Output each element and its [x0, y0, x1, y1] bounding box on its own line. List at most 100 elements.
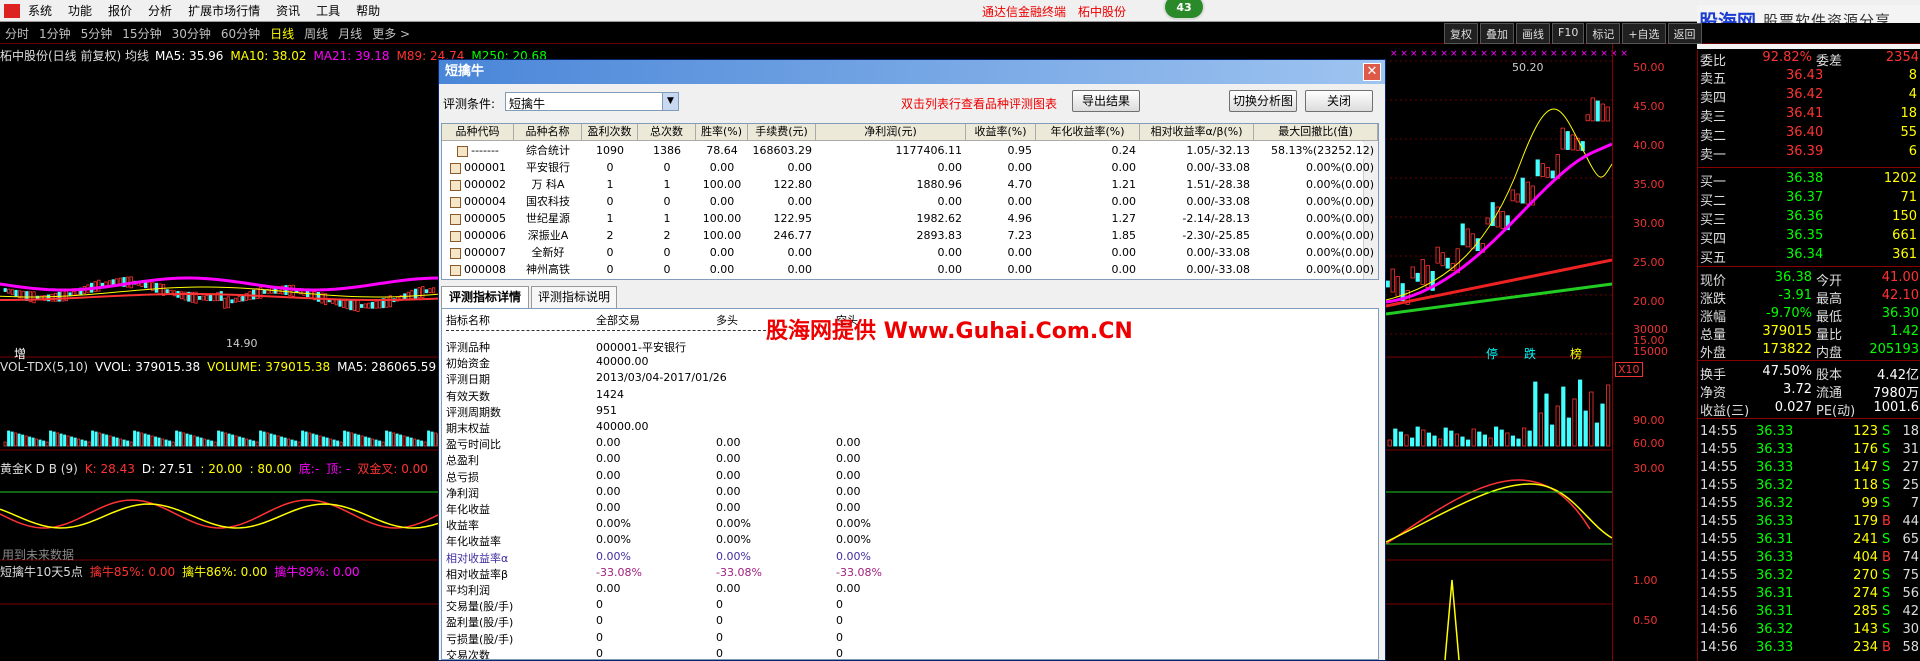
table-cell: 0.00: [709, 263, 735, 276]
detail-cell: 0.00: [716, 484, 741, 498]
table-header-cell[interactable]: 品种代码: [442, 124, 514, 141]
period-tab[interactable]: 60分钟: [221, 25, 260, 42]
menu-item[interactable]: 帮助: [356, 2, 380, 19]
quote-label: 买二: [1700, 194, 1727, 209]
volume-bar: [63, 434, 67, 447]
period-tab[interactable]: 5分钟: [81, 25, 113, 42]
table-cell: 0.00: [709, 195, 735, 208]
table-row[interactable]: ------- 综合统计 1090 1386 78.64 168603.29 1177406…: [442, 142, 1374, 159]
dialog-close-icon[interactable]: ✕: [1363, 63, 1381, 81]
condition-select[interactable]: 短擒牛 ▼: [505, 92, 679, 111]
menu-item[interactable]: 工具: [316, 2, 340, 19]
table-row[interactable]: 000005 世纪星源 1 1 100.00 122.95 1982.62 4.96 1.27 -…: [442, 210, 1374, 227]
table-row[interactable]: 000007 全新好 0 0 0.00 0.00 0.00 0.00 0.00 0.00/-33.…: [442, 244, 1374, 261]
period-tab[interactable]: 15分钟: [122, 25, 161, 42]
axis-tick: 30.00: [1633, 462, 1665, 475]
volume-bar: [164, 439, 168, 447]
tab-details[interactable]: 评测指标详情: [441, 286, 529, 308]
table-row[interactable]: 000001 平安银行 0 0 0.00 0.00 0.00 0.00 0.00 0.00/-33…: [442, 159, 1374, 176]
quote-row: 总量 379015 量比 1.42: [1698, 324, 1920, 343]
period-tab[interactable]: 更多 >: [372, 25, 410, 42]
tick-volume: 99: [1861, 496, 1878, 511]
table-row[interactable]: 000004 国农科技 0 0 0.00 0.00 0.00 0.00 0.00 0.00/-33…: [442, 193, 1374, 210]
volume-bar: [399, 434, 403, 447]
table-header-cell[interactable]: 最大回撤比(值): [1254, 124, 1378, 141]
period-tab[interactable]: 分时: [5, 25, 29, 42]
volume-bar: [1555, 405, 1560, 447]
detail-cell: 0.00: [836, 582, 861, 595]
menu-item[interactable]: 报价: [108, 2, 132, 19]
candle: [1510, 189, 1515, 202]
toolbar-button[interactable]: 返回: [1667, 23, 1702, 44]
toolbar-button[interactable]: 标记: [1586, 23, 1621, 44]
menu-item[interactable]: 功能: [68, 2, 92, 19]
quote-row: 涨幅 -9.70% 最低 36.30: [1698, 306, 1920, 325]
toolbar-button[interactable]: F10: [1552, 23, 1585, 44]
volume-bar: [1426, 432, 1431, 447]
toolbar-button[interactable]: 画线: [1516, 23, 1550, 44]
quote-value: 36.40: [1786, 125, 1824, 140]
k-line: [1385, 479, 1591, 545]
table-row[interactable]: 000006 深振业A 2 2 100.00 246.77 2893.83 7.23 1.85 -…: [442, 227, 1374, 244]
volume-bar: [1482, 434, 1487, 447]
volume-bar: [171, 441, 175, 447]
toolbar-button[interactable]: +自选: [1622, 23, 1666, 44]
table-cell: 1.05/-32.13: [1186, 144, 1250, 157]
quote-value: 36.34: [1786, 247, 1824, 262]
period-tab[interactable]: 月线: [338, 25, 362, 42]
axis-tick: 90.00: [1633, 414, 1665, 427]
table-cell: 0.00: [937, 161, 963, 174]
quote-row: 涨跌 -3.91 最高 42.10: [1698, 288, 1920, 307]
volume-bar: [1387, 439, 1392, 447]
table-header-cell[interactable]: 收益率(%): [966, 124, 1036, 141]
menu-item[interactable]: 分析: [148, 2, 172, 19]
table-cell: 4.70: [1007, 178, 1033, 191]
toolbar-button[interactable]: 复权: [1444, 23, 1478, 44]
toolbar-button[interactable]: 叠加: [1480, 23, 1514, 44]
promo-link-stock[interactable]: 柘中股份: [1078, 3, 1126, 20]
volume-bar: [388, 431, 392, 447]
table-header-cell[interactable]: 净利润(元): [816, 124, 966, 141]
table-header-cell[interactable]: 品种名称: [514, 124, 582, 141]
volume-bar: [28, 436, 32, 447]
detail-divider: [446, 330, 776, 331]
table-cell: 0.00%(0.00): [1305, 161, 1374, 174]
quote-row: 外盘 173822 内盘 205193: [1698, 342, 1920, 361]
period-tab[interactable]: 日线: [270, 25, 294, 42]
table-header-cell[interactable]: 相对收益率α/β(%): [1140, 124, 1254, 141]
close-button[interactable]: 关闭: [1305, 90, 1373, 112]
detail-cell: 相对收益率α: [446, 551, 509, 565]
period-tab[interactable]: 1分钟: [39, 25, 71, 42]
tick-time: 14:55: [1700, 550, 1738, 565]
tab-explain[interactable]: 评测指标说明: [531, 286, 617, 308]
period-tab[interactable]: 30分钟: [172, 25, 211, 42]
menu-item[interactable]: 资讯: [276, 2, 300, 19]
table-header-cell[interactable]: 总次数: [638, 124, 696, 141]
notification-badge[interactable]: 43: [1163, 0, 1205, 20]
detail-cell: 0: [716, 630, 723, 644]
detail-cell: 0.00: [836, 468, 861, 482]
candle: [338, 299, 342, 307]
result-table[interactable]: 品种代码 品种名称 盈利次数 总次数 胜率(%) 手续费(元) 净利润(元) 收益率(%) 年化…: [441, 123, 1379, 280]
table-row[interactable]: 000002 万 科A 1 1 100.00 122.80 1880.96 4.70 1.21 1…: [442, 176, 1374, 193]
chevron-down-icon[interactable]: ▼: [662, 93, 678, 110]
table-row[interactable]: 000008 神州高铁 0 0 0.00 0.00 0.00 0.00 0.00 0.00/-33…: [442, 261, 1374, 278]
table-header-cell[interactable]: 盈利次数: [582, 124, 638, 141]
table-header-cell[interactable]: 年化收益率(%): [1036, 124, 1140, 141]
menu-item[interactable]: 扩展市场行情: [188, 2, 260, 19]
quote-value: 36.38: [1774, 270, 1812, 285]
switch-chart-button[interactable]: 切换分析图: [1229, 90, 1297, 112]
menu-item[interactable]: 系统: [28, 2, 52, 19]
volume-bar: [1522, 427, 1527, 447]
table-header-cell[interactable]: 胜率(%): [696, 124, 748, 141]
promo-link-terminal[interactable]: 通达信金融终端: [982, 3, 1066, 20]
candle: [377, 299, 382, 309]
export-button[interactable]: 导出结果: [1072, 90, 1140, 112]
candle: [417, 287, 421, 299]
candle: [165, 289, 169, 294]
period-tab[interactable]: 周线: [304, 25, 328, 42]
dialog-title[interactable]: 短擒牛: [439, 60, 1385, 84]
volume-bar: [77, 438, 81, 447]
tick-count: 25: [1902, 478, 1919, 493]
table-header-cell[interactable]: 手续费(元): [748, 124, 816, 141]
